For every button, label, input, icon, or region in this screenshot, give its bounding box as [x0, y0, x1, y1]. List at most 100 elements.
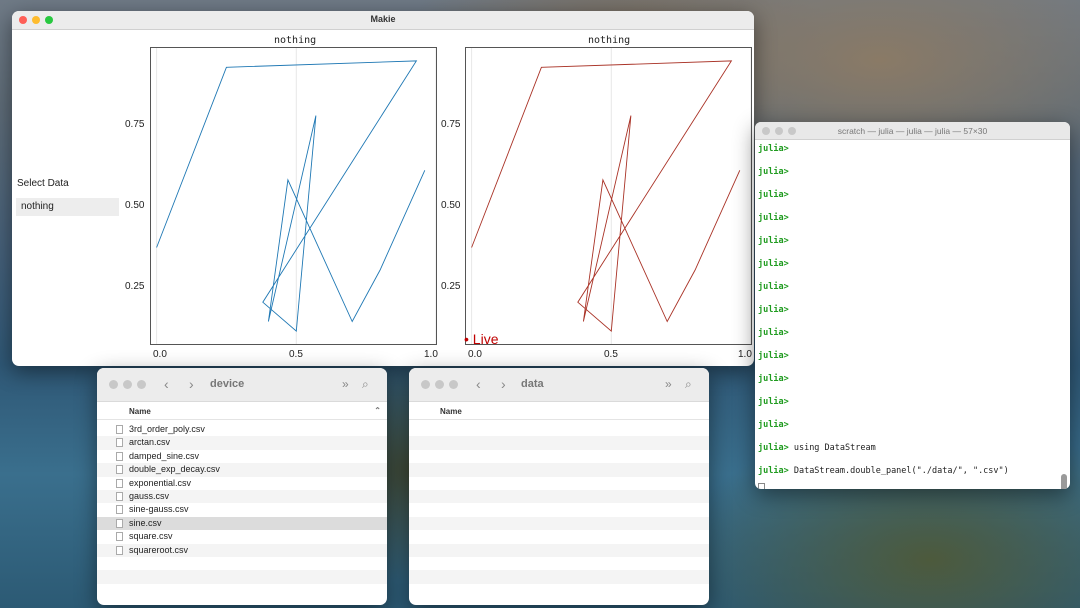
file-row[interactable]: sine.csv — [97, 516, 387, 531]
julia-prompt: julia> — [758, 259, 789, 269]
terminal-line: julia> — [758, 349, 1070, 372]
file-name: sine.csv — [129, 517, 162, 528]
column-header[interactable]: Name ⌃ — [97, 402, 387, 420]
terminal-line: julia> — [758, 211, 1070, 234]
terminal-title: scratch — julia — julia — julia — 57×30 — [837, 126, 988, 136]
empty-row — [409, 530, 709, 543]
more-icon[interactable]: » — [342, 377, 349, 391]
close-button[interactable] — [109, 380, 118, 389]
csv-file-icon — [116, 545, 123, 555]
file-name: exponential.csv — [129, 477, 192, 488]
empty-row — [409, 463, 709, 477]
file-row[interactable]: 3rd_order_poly.csv — [97, 423, 387, 436]
file-row[interactable]: damped_sine.csv — [97, 450, 387, 463]
search-icon[interactable]: ⌕ — [685, 377, 692, 392]
file-name: damped_sine.csv — [129, 450, 200, 461]
left-x-tick: 1.0 — [424, 349, 438, 360]
julia-prompt: julia> — [758, 351, 789, 361]
select-data-label: Select Data — [17, 178, 69, 189]
empty-row — [409, 543, 709, 557]
forward-icon[interactable]: › — [501, 376, 506, 392]
julia-prompt: julia> — [758, 190, 789, 200]
file-row[interactable]: double_exp_decay.csv — [97, 463, 387, 477]
name-column-label: Name — [129, 407, 151, 416]
julia-prompt: julia> — [758, 282, 789, 292]
julia-prompt: julia> — [758, 443, 789, 453]
finder-toolbar: ‹ › device » ⌕ — [97, 368, 387, 402]
finder-title: device — [210, 378, 245, 390]
julia-prompt: julia> — [758, 305, 789, 315]
minimize-button[interactable] — [435, 380, 444, 389]
forward-icon[interactable]: › — [189, 376, 194, 392]
csv-file-icon — [116, 518, 123, 528]
cursor — [758, 483, 765, 489]
minimize-button[interactable] — [123, 380, 132, 389]
left-y-tick: 0.50 — [125, 200, 145, 211]
terminal-line: julia> — [758, 142, 1070, 165]
right-x-tick: 0.5 — [604, 349, 618, 360]
command-text: DataStream.double_panel("./data/", ".csv… — [788, 466, 1009, 476]
terminal-line: julia> — [758, 303, 1070, 326]
file-name: arctan.csv — [129, 437, 171, 448]
terminal-line: julia> using DataStream — [758, 441, 1070, 464]
file-list: 3rd_order_poly.csv arctan.csv damped_sine.… — [97, 420, 387, 597]
file-name: squareroot.csv — [129, 544, 189, 555]
file-row[interactable]: sine-gauss.csv — [97, 503, 387, 516]
empty-row — [409, 516, 709, 531]
file-row[interactable]: arctan.csv — [97, 436, 387, 450]
file-list — [409, 420, 709, 597]
series-line — [156, 60, 426, 333]
file-name: gauss.csv — [129, 490, 170, 501]
julia-prompt: julia> — [758, 397, 789, 407]
empty-row — [97, 570, 387, 584]
empty-row — [409, 557, 709, 570]
terminal-line: julia> — [758, 165, 1070, 188]
right-y-tick: 0.75 — [441, 119, 461, 130]
zoom-button[interactable] — [137, 380, 146, 389]
makie-window: Makie Select Data nothing nothing 0.75 0… — [12, 11, 754, 366]
close-button[interactable] — [421, 380, 430, 389]
terminal-line: julia> — [758, 234, 1070, 257]
more-icon[interactable]: » — [665, 377, 672, 391]
terminal-line: julia> — [758, 257, 1070, 280]
file-row[interactable]: square.csv — [97, 530, 387, 543]
left-x-tick: 0.0 — [153, 349, 167, 360]
left-plot-title: nothing — [274, 35, 317, 46]
file-name: square.csv — [129, 531, 173, 542]
data-menu[interactable]: nothing — [16, 198, 119, 216]
plot-canvas — [156, 48, 436, 344]
julia-prompt: julia> — [758, 167, 789, 177]
left-y-tick: 0.25 — [125, 281, 145, 292]
right-y-tick: 0.25 — [441, 281, 461, 292]
left-x-tick: 0.5 — [289, 349, 303, 360]
terminal-titlebar: scratch — julia — julia — julia — 57×30 — [755, 122, 1070, 140]
file-row[interactable]: gauss.csv — [97, 489, 387, 504]
file-row[interactable]: squareroot.csv — [97, 543, 387, 557]
terminal-line: julia> — [758, 280, 1070, 303]
right-plot[interactable] — [465, 47, 752, 345]
julia-prompt: julia> — [758, 144, 789, 154]
back-icon[interactable]: ‹ — [476, 376, 481, 392]
file-name: double_exp_decay.csv — [129, 464, 220, 475]
left-plot[interactable] — [150, 47, 437, 345]
right-y-tick: 0.50 — [441, 200, 461, 211]
search-icon[interactable]: ⌕ — [362, 377, 369, 392]
name-column-label: Name — [440, 407, 462, 416]
terminal-line: julia> — [758, 188, 1070, 211]
window-controls — [421, 380, 458, 389]
finder-title: data — [521, 378, 544, 390]
column-header[interactable]: Name — [409, 402, 709, 420]
finder-toolbar: ‹ › data » ⌕ — [409, 368, 709, 402]
terminal-line: julia> — [758, 395, 1070, 418]
file-row[interactable]: exponential.csv — [97, 477, 387, 490]
back-icon[interactable]: ‹ — [164, 376, 169, 392]
zoom-button[interactable] — [449, 380, 458, 389]
left-y-tick: 0.75 — [125, 119, 145, 130]
terminal-line: julia> — [758, 418, 1070, 441]
scrollbar-thumb[interactable] — [1061, 474, 1067, 489]
empty-row — [97, 584, 387, 597]
julia-prompt: julia> — [758, 466, 789, 476]
empty-row — [409, 570, 709, 584]
terminal-output[interactable]: julia> julia> julia> julia> julia> julia> juli… — [755, 140, 1070, 489]
right-x-tick: 1.0 — [738, 349, 752, 360]
